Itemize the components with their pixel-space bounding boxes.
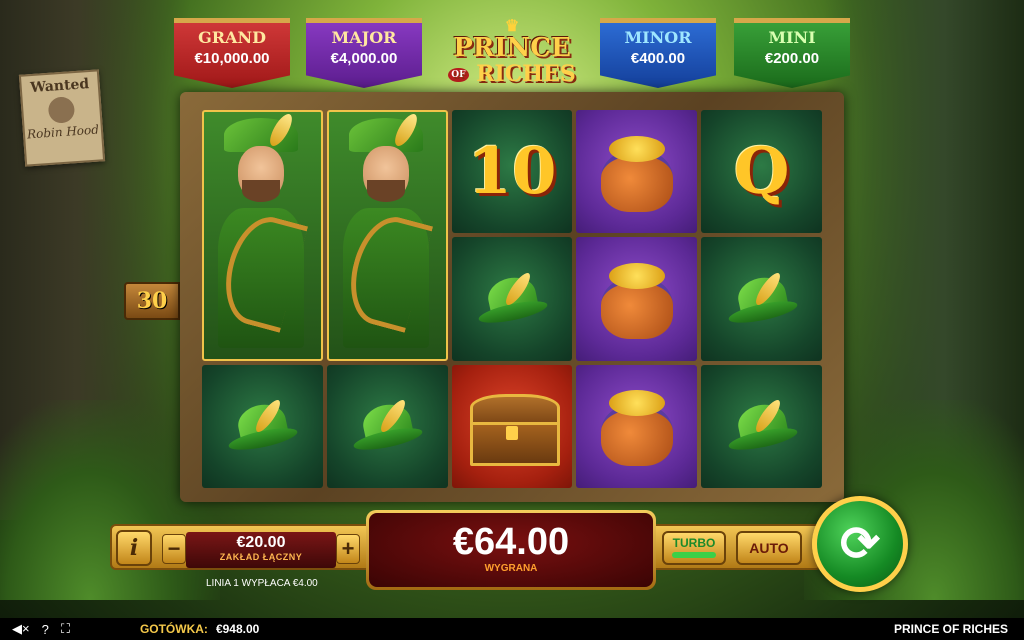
- logo-of: OF: [448, 68, 469, 82]
- gold-pot-icon: [595, 388, 679, 467]
- turbo-label: TURBO: [672, 536, 716, 550]
- jackpot-major-value: €4,000.00: [330, 50, 398, 67]
- gold-pot-icon: [595, 134, 679, 212]
- help-icon[interactable]: ?: [42, 622, 49, 637]
- wanted-name: Robin Hood: [26, 122, 100, 142]
- bet-label: ZAKŁAD ŁĄCZNY: [219, 552, 303, 562]
- wanted-portrait: [47, 96, 76, 124]
- jackpot-mini-name: MINI: [768, 28, 816, 47]
- feathered-hat-icon: [349, 397, 425, 455]
- reel-frame: 10 Q: [180, 92, 844, 502]
- symbol-robin-hood: [326, 110, 448, 361]
- logo-line2-text: RICHES: [476, 61, 576, 87]
- turbo-indicator: [672, 552, 716, 558]
- symbol-queen-label: Q: [733, 134, 790, 210]
- crown-icon: ♛: [504, 16, 520, 35]
- logo-line2: OF RICHES: [440, 62, 584, 87]
- feathered-hat-icon: [224, 397, 300, 455]
- feathered-hat-icon: [724, 397, 800, 455]
- spin-button[interactable]: ⟳: [812, 496, 908, 592]
- symbol-hat: [701, 364, 822, 488]
- symbol-hat: [326, 364, 448, 488]
- wanted-poster: Wanted Robin Hood: [18, 69, 106, 167]
- jackpot-major-name: MAJOR: [331, 28, 397, 47]
- side-badge: 30: [124, 282, 180, 320]
- sound-mute-icon[interactable]: ◀×: [12, 621, 30, 637]
- symbol-ten: 10: [451, 110, 573, 234]
- symbol-hat: [451, 237, 573, 361]
- bet-decrease-button[interactable]: −: [162, 534, 186, 564]
- symbol-hat: [202, 364, 323, 488]
- wanted-title: Wanted: [29, 76, 90, 97]
- jackpot-grand: GRAND €10,000.00: [174, 18, 290, 88]
- win-panel: €64.00 WYGRANA: [366, 510, 656, 590]
- jackpot-grand-value: €10,000.00: [194, 50, 270, 67]
- symbol-hat: [701, 237, 822, 361]
- symbol-robin-hood: [202, 110, 323, 361]
- win-label: WYGRANA: [484, 563, 538, 574]
- bet-display: €20.00 ZAKŁAD ŁĄCZNY: [186, 532, 336, 568]
- symbol-ten-label: 10: [467, 134, 557, 210]
- bet-value: €20.00: [236, 534, 286, 551]
- bet-increase-button[interactable]: +: [336, 534, 360, 564]
- win-value: €64.00: [452, 521, 570, 563]
- symbol-queen: Q: [701, 110, 822, 234]
- turbo-button[interactable]: TURBO: [662, 531, 726, 565]
- gold-pot-icon: [595, 261, 679, 339]
- logo-line1: PRINCE: [453, 33, 571, 63]
- jackpot-mini-value: €200.00: [764, 50, 820, 67]
- treasure-chest-icon: [466, 390, 560, 467]
- fullscreen-icon[interactable]: ⛶: [61, 621, 70, 637]
- spin-icon: ⟳: [839, 518, 881, 571]
- feathered-hat-icon: [474, 269, 550, 328]
- cash-label: GOTÓWKA:: [139, 622, 208, 636]
- jackpot-minor-name: MINOR: [624, 28, 692, 47]
- line-win-text: LINIA 1 WYPŁACA €4.00: [206, 578, 318, 589]
- feathered-hat-icon: [724, 269, 800, 328]
- status-bar: ◀× ? ⛶ GOTÓWKA: €948.00 PRINCE OF RICHES: [0, 618, 1024, 640]
- jackpot-minor: MINOR €400.00: [600, 18, 716, 88]
- reel-grid: 10 Q: [202, 110, 822, 488]
- cash-value: €948.00: [215, 622, 260, 636]
- autoplay-button[interactable]: AUTO: [736, 531, 802, 565]
- game-name: PRINCE OF RICHES: [893, 622, 1008, 636]
- info-button[interactable]: i: [116, 530, 152, 566]
- symbol-treasure-chest: [451, 364, 573, 488]
- symbol-gold-pot: [576, 364, 698, 488]
- symbol-gold-pot: [576, 237, 698, 361]
- robin-hood-icon: [329, 111, 446, 359]
- symbol-gold-pot: [576, 110, 698, 234]
- jackpot-grand-name: GRAND: [198, 28, 266, 47]
- jackpot-mini: MINI €200.00: [734, 18, 850, 88]
- jackpot-major: MAJOR €4,000.00: [306, 18, 422, 88]
- robin-hood-icon: [204, 111, 321, 359]
- jackpot-minor-value: €400.00: [630, 50, 686, 67]
